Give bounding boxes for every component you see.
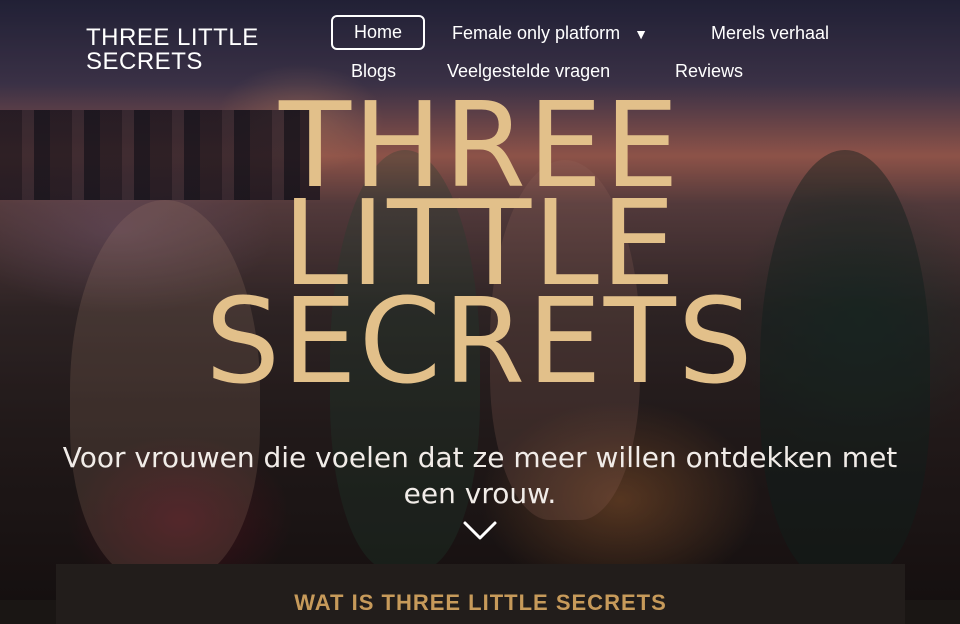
brand-line-1: THREE LITTLE [86, 24, 259, 51]
nav-reviews[interactable]: Reviews [675, 61, 743, 82]
brand-line-2: SECRETS [86, 48, 203, 75]
nav-merels-verhaal[interactable]: Merels verhaal [711, 23, 829, 44]
chevron-down-icon[interactable] [462, 519, 498, 543]
hero-title-line-3: SECRETS [205, 272, 755, 410]
hero-title: THREE LITTLE SECRETS [0, 86, 960, 410]
hero-tagline: Voor vrouwen die voelen dat ze meer will… [62, 441, 898, 510]
chevron-down-icon: ▼ [634, 26, 648, 42]
nav-home[interactable]: Home [331, 15, 425, 50]
nav-female-only-label: Female only platform [452, 23, 621, 43]
nav-female-only-platform[interactable]: Female only platform ▼ [452, 23, 648, 44]
nav-home-label: Home [353, 22, 402, 42]
about-section: WAT IS THREE LITTLE SECRETS [56, 564, 905, 624]
section-title: WAT IS THREE LITTLE SECRETS [294, 590, 667, 615]
site-logo[interactable]: THREE LITTLE SECRETS [86, 26, 259, 74]
